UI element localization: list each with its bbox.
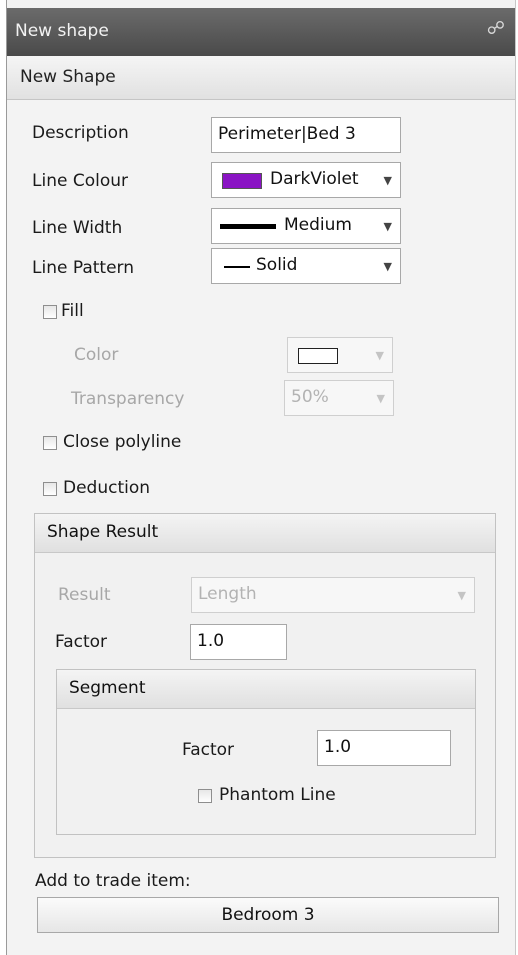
transparency-dropdown[interactable]: 50% ▼ bbox=[284, 380, 394, 416]
transparency-value: 50% bbox=[291, 387, 329, 407]
description-value: Perimeter|Bed 3 bbox=[218, 124, 356, 144]
close-polyline-checkbox[interactable] bbox=[43, 436, 57, 450]
fill-checkbox[interactable] bbox=[43, 305, 57, 319]
chevron-down-icon: ▼ bbox=[383, 220, 392, 233]
chevron-down-icon: ▼ bbox=[375, 349, 384, 362]
line-width-preview-icon bbox=[220, 224, 276, 229]
line-colour-value: DarkViolet bbox=[270, 169, 359, 189]
segment-factor-value: 1.0 bbox=[324, 737, 352, 757]
panel-titlebar: New shape ☍ bbox=[7, 8, 515, 56]
line-pattern-label: Line Pattern bbox=[32, 258, 134, 278]
pin-icon[interactable]: ☍ bbox=[487, 18, 505, 39]
section-header: New Shape bbox=[7, 56, 515, 100]
chevron-down-icon: ▼ bbox=[376, 392, 385, 405]
color-swatch bbox=[298, 348, 338, 364]
chevron-down-icon: ▼ bbox=[457, 589, 466, 602]
transparency-label: Transparency bbox=[71, 389, 185, 409]
result-dropdown[interactable]: Length ▼ bbox=[191, 577, 475, 613]
segment-header: Segment bbox=[57, 670, 475, 709]
section-title: New Shape bbox=[20, 67, 116, 87]
segment-group: Segment Factor 1.0 Phantom Line bbox=[56, 669, 476, 835]
trade-item-selector[interactable]: Bedroom 3 bbox=[37, 897, 499, 933]
description-field[interactable]: Perimeter|Bed 3 bbox=[211, 117, 401, 153]
deduction-label: Deduction bbox=[63, 478, 151, 498]
line-width-dropdown[interactable]: Medium ▼ bbox=[211, 208, 401, 244]
description-label: Description bbox=[32, 123, 129, 143]
deduction-checkbox[interactable] bbox=[43, 482, 57, 496]
factor-field[interactable]: 1.0 bbox=[190, 624, 287, 660]
colour-swatch bbox=[222, 173, 262, 189]
segment-factor-field[interactable]: 1.0 bbox=[317, 730, 451, 766]
phantom-line-label: Phantom Line bbox=[219, 785, 336, 805]
new-shape-panel: New shape ☍ New Shape Description Perime… bbox=[6, 0, 516, 955]
factor-label: Factor bbox=[55, 632, 108, 652]
phantom-line-checkbox[interactable] bbox=[198, 789, 212, 803]
color-label: Color bbox=[74, 345, 119, 365]
shape-result-group: Shape Result Result Length ▼ Factor 1.0 … bbox=[34, 513, 496, 858]
chevron-down-icon: ▼ bbox=[383, 260, 392, 273]
result-label: Result bbox=[58, 585, 111, 605]
trade-item-label: Add to trade item: bbox=[35, 871, 191, 891]
line-colour-dropdown[interactable]: DarkViolet ▼ bbox=[211, 162, 401, 198]
line-pattern-value: Solid bbox=[256, 255, 298, 275]
line-pattern-preview-icon bbox=[224, 266, 250, 268]
trade-item-value: Bedroom 3 bbox=[221, 905, 315, 925]
line-width-value: Medium bbox=[284, 215, 352, 235]
shape-result-header: Shape Result bbox=[35, 514, 495, 553]
segment-factor-label: Factor bbox=[182, 740, 235, 760]
close-polyline-label: Close polyline bbox=[63, 432, 182, 452]
result-value: Length bbox=[198, 584, 257, 604]
shape-result-title: Shape Result bbox=[47, 522, 159, 542]
factor-value: 1.0 bbox=[197, 631, 225, 651]
fill-color-dropdown[interactable]: ▼ bbox=[287, 337, 393, 373]
panel-title: New shape bbox=[15, 21, 109, 41]
chevron-down-icon: ▼ bbox=[383, 174, 392, 187]
line-width-label: Line Width bbox=[32, 218, 123, 238]
segment-title: Segment bbox=[69, 678, 146, 698]
line-pattern-dropdown[interactable]: Solid ▼ bbox=[211, 248, 401, 284]
line-colour-label: Line Colour bbox=[32, 171, 128, 191]
fill-label: Fill bbox=[61, 301, 84, 321]
